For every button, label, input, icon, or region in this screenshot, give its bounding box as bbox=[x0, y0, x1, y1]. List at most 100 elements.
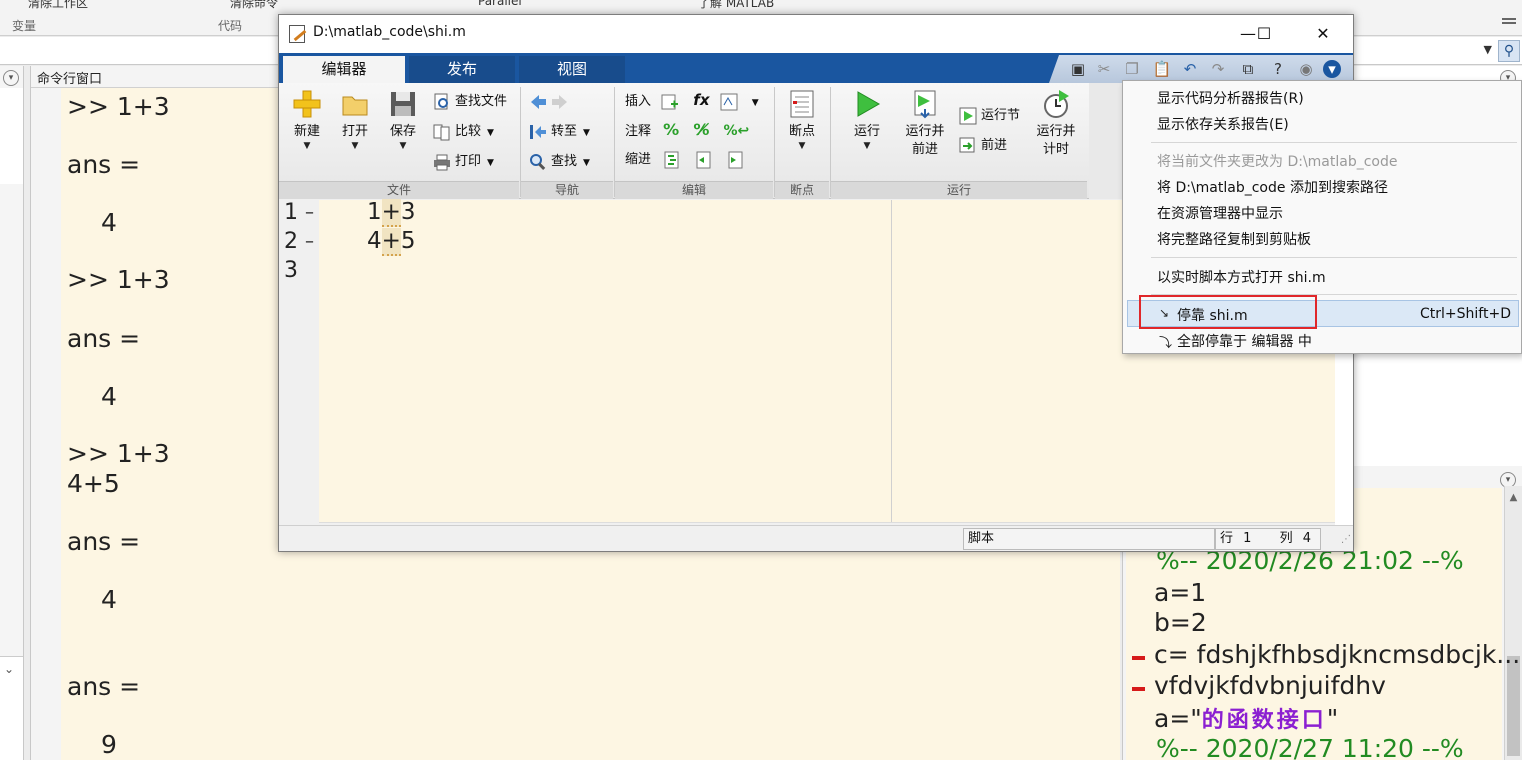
code-line[interactable]: 4+5 bbox=[367, 228, 416, 256]
comment-icon[interactable]: % bbox=[663, 120, 679, 139]
group-label-breakpoints: 断点 bbox=[775, 181, 829, 199]
goto-icon bbox=[530, 124, 546, 139]
help-icon[interactable]: ? bbox=[1267, 58, 1289, 80]
compare-button[interactable]: 比较 ▼ bbox=[433, 121, 494, 143]
print-button[interactable]: 打印 ▼ bbox=[433, 151, 494, 173]
find-files-button[interactable]: 查找文件 bbox=[433, 91, 507, 113]
scroll-up-icon[interactable]: ▲ bbox=[1505, 492, 1522, 503]
uncomment-icon[interactable]: %̸ bbox=[693, 120, 709, 139]
command-line: >> 1+3 bbox=[67, 92, 170, 121]
menu-item-add-to-path[interactable]: 将 D:\matlab_code 添加到搜索路径 bbox=[1157, 177, 1388, 197]
search-icon[interactable]: ⚲ bbox=[1498, 40, 1520, 62]
cut-icon[interactable]: ✂ bbox=[1093, 58, 1115, 80]
copy-icon[interactable]: ❐ bbox=[1121, 58, 1143, 80]
menu-item-show-in-explorer[interactable]: 在资源管理器中显示 bbox=[1157, 203, 1283, 223]
panel-actions-icon[interactable]: ▾ bbox=[3, 70, 19, 86]
learn-matlab-button[interactable]: 了解 MATLAB bbox=[698, 0, 774, 11]
editor-actions-icon[interactable]: ▾ bbox=[1323, 60, 1341, 78]
string-quote: a=" bbox=[1154, 704, 1202, 733]
current-folder-pane bbox=[0, 88, 23, 184]
find-button[interactable]: 查找 ▼ bbox=[529, 151, 590, 173]
new-button[interactable]: 新建 ▼ bbox=[287, 89, 327, 151]
menu-item-copy-full-path[interactable]: 将完整路径复制到剪贴板 bbox=[1157, 229, 1311, 249]
history-line[interactable]: a="的函数接口" bbox=[1154, 702, 1338, 734]
breakpoint-dash[interactable]: – bbox=[305, 202, 314, 223]
options-icon[interactable]: ◉ bbox=[1295, 58, 1317, 80]
resize-grip-icon[interactable]: ⋰ bbox=[1341, 534, 1351, 545]
advance-button[interactable]: 前进 bbox=[959, 135, 1007, 157]
open-button[interactable]: 打开 ▼ bbox=[335, 89, 375, 151]
tab-publish[interactable]: 发布 bbox=[409, 56, 515, 83]
history-line[interactable]: %-- 2020/2/27 11:20 --% bbox=[1156, 734, 1464, 760]
save-icon bbox=[391, 92, 415, 116]
maximize-button[interactable]: ☐ bbox=[1249, 21, 1279, 47]
run-and-advance-button[interactable]: 运行并 前进 bbox=[899, 89, 951, 159]
code-line[interactable]: 1+3 bbox=[367, 199, 416, 227]
printer-icon bbox=[434, 154, 450, 170]
group-label-navigate: 导航 bbox=[521, 181, 613, 199]
parallel-button[interactable]: Parallel bbox=[478, 0, 522, 8]
chevron-down-icon: ▼ bbox=[583, 128, 590, 138]
tab-view[interactable]: 视图 bbox=[519, 56, 625, 83]
section-variable-label: 变量 bbox=[12, 19, 37, 33]
paste-icon[interactable]: 📋 bbox=[1151, 58, 1173, 80]
history-line[interactable]: b=2 bbox=[1154, 608, 1207, 637]
ribbon: 新建 ▼ 打开 ▼ 保存 ▼ 查找文件 比较 ▼ 打印 ▼ 文件 转至 ▼ 查找… bbox=[279, 83, 1353, 199]
scroll-thumb[interactable] bbox=[1507, 656, 1520, 756]
insert-icon bbox=[661, 94, 679, 109]
run-and-time-button[interactable]: 运行并 计时 bbox=[1031, 89, 1081, 159]
menu-item-code-analyzer-report[interactable]: 显示代码分析器报告(R) bbox=[1157, 88, 1304, 108]
history-line[interactable]: c= fdshjkfhbsdjkncmsdbcjk... bbox=[1154, 640, 1520, 669]
close-button[interactable]: ✕ bbox=[1308, 21, 1338, 47]
nav-arrows[interactable] bbox=[529, 91, 573, 113]
increase-indent-icon bbox=[696, 151, 711, 168]
error-marker bbox=[1132, 656, 1145, 660]
menu-item-dependency-report[interactable]: 显示依存关系报告(E) bbox=[1157, 114, 1289, 134]
menu-item-dock-all[interactable]: 全部停靠于 编辑器 中 bbox=[1177, 331, 1312, 351]
run-section-button[interactable]: 运行节 bbox=[959, 105, 1020, 127]
group-label-file: 文件 bbox=[279, 181, 519, 199]
fx-icon[interactable]: fx bbox=[693, 91, 709, 109]
breakpoint-dash[interactable]: – bbox=[305, 231, 314, 252]
chevron-down-icon[interactable]: ▼ bbox=[1484, 43, 1492, 56]
chevron-down-icon: ▼ bbox=[487, 158, 494, 168]
ribbon-tab-bar: 编辑器 发布 视图 ▣ ✂ ❐ 📋 ↶ ↷ ⧉ ? ◉ ▾ bbox=[279, 53, 1353, 83]
editor-titlebar[interactable]: D:\matlab_code\shi.m — ☐ ✕ bbox=[279, 15, 1353, 53]
folder-icon bbox=[342, 96, 368, 116]
command-line: ans = bbox=[67, 150, 141, 179]
left-panel: ▾ ⌄ bbox=[0, 66, 24, 760]
history-line[interactable]: a=1 bbox=[1154, 578, 1206, 607]
command-window-gutter bbox=[31, 88, 61, 760]
command-line: 4 bbox=[101, 382, 117, 411]
chevron-down-icon[interactable]: ⌄ bbox=[4, 662, 14, 676]
command-line: ans = bbox=[67, 324, 141, 353]
breakpoints-button[interactable]: 断点 ▼ bbox=[779, 89, 825, 151]
search-icon bbox=[530, 153, 546, 170]
indent-button[interactable]: 缩进 bbox=[625, 149, 749, 171]
goto-button[interactable]: 转至 ▼ bbox=[529, 121, 590, 143]
run-icon bbox=[857, 91, 881, 117]
save-icon[interactable]: ▣ bbox=[1067, 58, 1089, 80]
run-section-icon bbox=[959, 107, 977, 124]
collapse-toolstrip-icon[interactable] bbox=[1502, 16, 1516, 30]
redo-icon[interactable]: ↷ bbox=[1207, 58, 1229, 80]
clear-workspace-button[interactable]: 清除工作区 bbox=[28, 0, 88, 11]
history-scrollbar[interactable]: ▲ bbox=[1504, 486, 1522, 760]
save-button[interactable]: 保存 ▼ bbox=[383, 89, 423, 151]
wrap-comments-icon[interactable]: %↩ bbox=[724, 123, 750, 139]
undo-icon[interactable]: ↶ bbox=[1179, 58, 1201, 80]
switch-windows-icon[interactable]: ⧉ bbox=[1237, 58, 1259, 80]
run-time-icon bbox=[1044, 90, 1069, 118]
smart-indent-icon bbox=[664, 151, 679, 168]
run-button[interactable]: 运行 ▼ bbox=[845, 89, 889, 151]
menu-item-change-folder[interactable]: 将当前文件夹更改为 D:\matlab_code bbox=[1157, 151, 1398, 171]
menu-item-open-as-live-script[interactable]: 以实时脚本方式打开 shi.m bbox=[1157, 267, 1326, 287]
insert-button[interactable]: 插入 fx ▼ bbox=[625, 89, 759, 111]
comment-button[interactable]: 注释 % %̸ %↩ bbox=[625, 119, 749, 141]
line-number: 3 bbox=[284, 258, 298, 283]
run-advance-icon bbox=[914, 90, 936, 119]
tab-editor[interactable]: 编辑器 bbox=[283, 56, 405, 83]
forward-arrow-icon bbox=[552, 94, 567, 109]
clear-commands-button[interactable]: 清除命令 bbox=[230, 0, 278, 11]
history-line[interactable]: vfdvjkfdvbnjuifdhv bbox=[1154, 671, 1386, 700]
